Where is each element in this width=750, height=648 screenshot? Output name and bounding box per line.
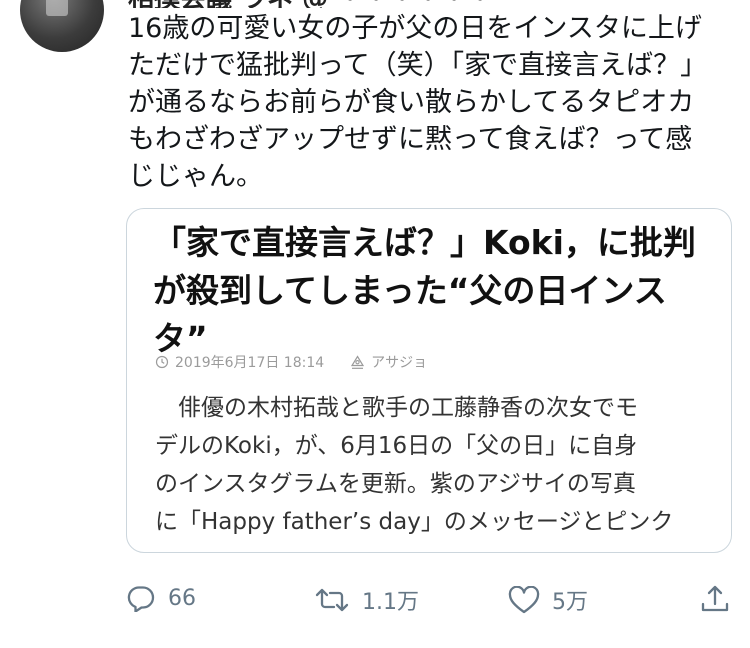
like-button[interactable]: 5万 — [508, 584, 588, 616]
reply-button[interactable]: 66 — [126, 584, 196, 612]
retweet-icon — [314, 587, 350, 613]
avatar[interactable] — [20, 0, 104, 52]
reply-icon — [126, 584, 156, 612]
retweet-button[interactable]: 1.1万 — [314, 584, 419, 616]
card-meta: 2019年6月17日 18:14 アサジョ — [155, 352, 427, 372]
card-body: 俳優の木村拓哉と歌手の工藤静香の次女でモ デルのKoki，が、6月16日の「父の… — [155, 395, 674, 535]
tweet-header: 相撲会議 ラネ @ ・・・・・・ — [128, 0, 493, 8]
retweet-count: 1.1万 — [362, 590, 419, 615]
share-icon — [700, 584, 730, 614]
card-date: 2019年6月17日 18:14 — [175, 355, 325, 371]
card-source: アサジョ — [371, 355, 428, 371]
source-icon — [350, 354, 365, 370]
reply-count: 66 — [168, 585, 196, 611]
heart-icon — [508, 586, 540, 614]
tweet-text: 16歳の可愛い女の子が父の日をインスタに上げ ただけで猛批判って（笑）「家で直接… — [128, 13, 708, 192]
card-title: 「家で直接言えば？」Koki，に批判 が殺到してしまった“父の日インス タ” — [153, 223, 696, 358]
share-button[interactable] — [700, 584, 730, 614]
clock-icon — [155, 355, 169, 369]
like-count: 5万 — [552, 590, 588, 615]
link-card[interactable]: 「家で直接言えば？」Koki，に批判 が殺到してしまった“父の日インス タ” 2… — [126, 208, 732, 553]
